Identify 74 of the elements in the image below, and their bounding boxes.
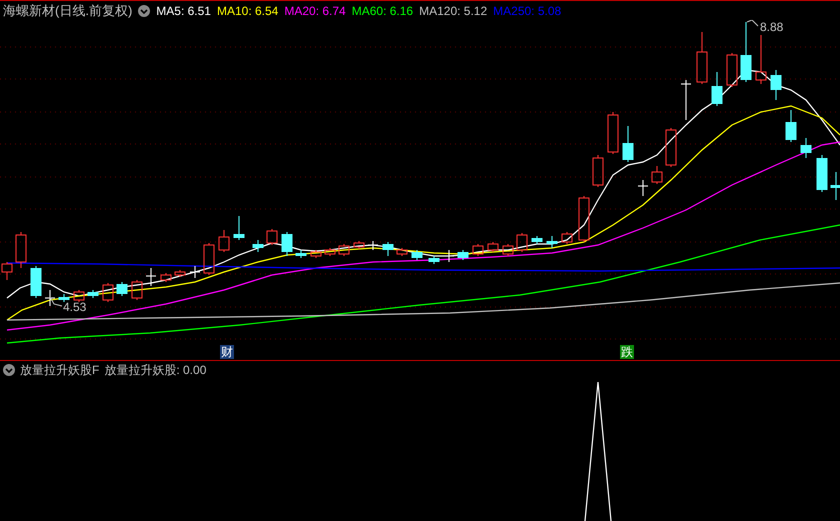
candlestick — [800, 138, 812, 158]
candlestick — [338, 244, 350, 256]
candlestick — [562, 232, 572, 244]
candlestick — [428, 256, 440, 264]
candlestick — [44, 290, 56, 306]
candlestick — [88, 290, 98, 298]
candlestick — [532, 236, 542, 244]
candlestick — [696, 32, 708, 84]
candlestick — [444, 250, 454, 262]
event-marker[interactable]: 跌 — [620, 345, 634, 359]
candlestick — [638, 180, 648, 196]
candlestick — [204, 242, 214, 276]
candlestick — [234, 216, 244, 240]
candlestick — [102, 282, 114, 302]
leader-line — [50, 296, 62, 306]
candlestick — [160, 272, 172, 282]
candlestick — [146, 268, 156, 286]
candlestick — [816, 154, 828, 192]
moving-average-value: MA250: 5.08 — [493, 4, 562, 18]
candlestick — [116, 282, 128, 296]
candlestick — [652, 166, 662, 184]
candlestick — [132, 280, 142, 300]
candlestick — [786, 110, 796, 142]
leader-line — [746, 20, 758, 26]
candlestick — [266, 228, 278, 246]
candlestick — [30, 266, 42, 298]
candlestick — [282, 232, 292, 256]
candlestick — [396, 248, 408, 256]
low-price-label: 4.53 — [63, 300, 86, 314]
candlestick — [502, 244, 514, 256]
candlestick — [712, 72, 722, 106]
dropdown-icon[interactable] — [138, 4, 150, 16]
candlestick — [252, 240, 264, 252]
candlestick — [324, 248, 336, 256]
candlestick — [546, 236, 558, 248]
candlestick — [412, 250, 422, 260]
candlestick — [592, 154, 604, 188]
candlestick — [726, 52, 738, 88]
candlestick — [296, 250, 306, 258]
candlestick — [472, 244, 484, 256]
moving-average-value: MA10: 6.54 — [216, 4, 278, 18]
candlestick — [218, 230, 230, 252]
candlestick — [74, 290, 84, 302]
candlestick — [310, 250, 322, 258]
candlestick — [680, 80, 692, 120]
candlestick — [578, 196, 590, 242]
high-price-label: 8.88 — [760, 20, 784, 34]
candlestick — [382, 242, 394, 256]
candlestick — [740, 22, 752, 82]
candlestick — [354, 240, 364, 250]
candlestick — [622, 126, 634, 162]
indicator-name: 放量拉升妖股F — [20, 362, 100, 378]
moving-average-value: MA60: 6.16 — [352, 4, 414, 18]
candlestick — [190, 266, 200, 278]
candlestick — [2, 262, 12, 280]
candlestick — [458, 250, 468, 260]
candlestick — [488, 242, 498, 252]
candlestick — [174, 270, 186, 278]
indicator-value: 放量拉升妖股: 0.00 — [104, 362, 206, 378]
candlestick — [830, 172, 840, 200]
dropdown-icon[interactable] — [3, 364, 15, 376]
event-marker[interactable]: 财 — [220, 345, 234, 359]
chart-title: 海螺新材(日线.前复权) — [3, 2, 132, 20]
candlestick — [58, 294, 70, 302]
moving-average-value: MA120: 5.12 — [419, 4, 488, 18]
candlestick — [608, 112, 618, 154]
candlestick — [16, 232, 26, 268]
candlestick — [770, 70, 782, 100]
candlestick — [666, 128, 676, 168]
moving-average-value: MA20: 6.74 — [284, 4, 346, 18]
moving-average-value: MA5: 6.51 — [156, 4, 211, 18]
candlestick — [756, 34, 766, 84]
candlestick — [516, 232, 528, 252]
candlestick — [368, 240, 378, 250]
